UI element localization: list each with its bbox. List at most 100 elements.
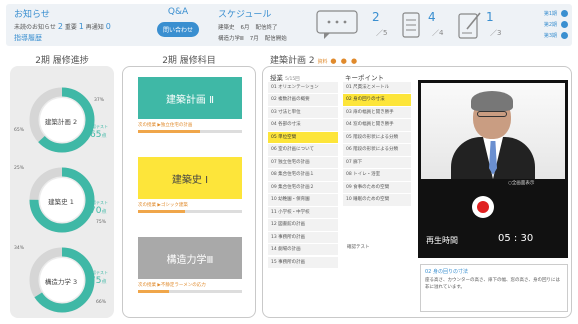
term-item[interactable]: 第2期 <box>516 19 568 30</box>
keypoint-item[interactable]: 08 トイレ・浴室 <box>343 169 411 181</box>
schedule-status: 配信終了 <box>255 25 278 31</box>
progress-pct-side: 65% <box>14 128 25 133</box>
keypoint-item[interactable]: 10 睡眠のための空間 <box>343 194 411 206</box>
keypoint-list: 01 尺貫法とメートル 02 身の回りの寸法 03 扉の幅員と開き勝手 04 窓の幅員… <box>343 82 411 207</box>
chapter-item[interactable]: 15 事務所の計画 <box>268 256 338 268</box>
keypoint-item[interactable]: 01 尺貫法とメートル <box>343 82 411 94</box>
renotice-label: 再通知 <box>85 24 104 31</box>
keypoint-item[interactable]: 03 扉の幅員と開き勝手 <box>343 106 411 119</box>
fullscreen-button[interactable]: ○全画面表示 <box>508 180 534 186</box>
chapter-item[interactable]: 03 寸法と単位 <box>268 106 338 119</box>
progress-pct-side: 75% <box>96 220 107 225</box>
chapter-item[interactable]: 09 集合住宅の計画２ <box>268 181 338 194</box>
schedule-section: スケジュール 建築史 6月 配信終了 構造力学Ⅲ 7月 配信開始 <box>218 7 310 42</box>
chapter-item[interactable]: 08 集合住宅の計画１ <box>268 169 338 181</box>
renotice-count: 0 <box>105 22 111 31</box>
video-player[interactable] <box>418 80 568 258</box>
course-progress-bar <box>138 210 242 213</box>
chapter-item[interactable]: 02 複数計画の概要 <box>268 94 338 106</box>
schedule-status: 配信開始 <box>264 36 287 42</box>
course-name: 建築計画 Ⅱ <box>138 77 242 119</box>
chapter-item[interactable]: 12 図書館の計画 <box>268 219 338 231</box>
progress-subject: 構造力学 3 <box>44 278 78 286</box>
course-card[interactable]: 建築史 Ⅰ 次の授業 ▶ゴシック建築 <box>138 157 242 213</box>
inquiry-button[interactable]: 問い合わせ <box>156 22 199 37</box>
progress-pct-top: 25% <box>14 166 25 171</box>
chapter-item[interactable]: 14 劇場の計画 <box>268 244 338 256</box>
course-next: 次の授業 ▶不静定ラーメンの応力 <box>138 283 206 288</box>
lecture-title: 建築計画 2 資料 ● ● ● <box>270 53 358 66</box>
term-label: 第2期 <box>543 22 557 28</box>
schedule-row[interactable]: 建築史 6月 配信終了 <box>218 23 310 31</box>
schedule-subject: 構造力学Ⅲ <box>218 36 244 42</box>
keypoint-item[interactable]: 04 窓の幅員と開き勝手 <box>343 119 411 131</box>
chat-icon <box>316 10 358 39</box>
course-next: 次の授業 ▶独立住宅の計画 <box>138 123 193 128</box>
document-icon <box>402 12 420 38</box>
course-card[interactable]: 建築計画 Ⅱ 次の授業 ▶独立住宅の計画 <box>138 77 242 133</box>
materials-link[interactable]: 資料 <box>317 59 327 65</box>
term-label: 第3期 <box>543 33 557 39</box>
keypoint-item[interactable]: 07 廊下 <box>343 156 411 169</box>
chapter-item[interactable]: 13 事務所の計画 <box>268 231 338 243</box>
keypoint-note: 02 身の回りの寸法 座る高さ、カウンターの高さ、扉下の幅、窓の高さ、身の回りに… <box>420 264 568 312</box>
progress-pct-top: 37% <box>94 98 105 103</box>
document-total: ／4 <box>432 29 444 37</box>
note-title: 02 身の回りの寸法 <box>425 269 468 275</box>
progress-item[interactable]: 建築計画 2 37% 65% 確認テスト 65点 <box>10 80 114 160</box>
term-dot-icon <box>561 21 568 28</box>
play-time-value: 05 : 30 <box>498 233 534 244</box>
news-title: お知らせ <box>14 10 50 20</box>
chapter-item[interactable]: 06 室の計画について <box>268 144 338 156</box>
progress-item[interactable]: 建築史 1 25% 75% 確認テスト 70点 <box>10 160 114 240</box>
chat-value: 2 <box>372 10 380 24</box>
progress-pct-top: 34% <box>14 246 25 251</box>
important-label: 重要 <box>64 24 77 31</box>
chat-stat[interactable]: 2 ／5 <box>316 10 396 42</box>
lecture-name: 建築計画 2 <box>270 56 315 66</box>
progress-item[interactable]: 構造力学 3 34% 66% 確認テスト 75点 <box>10 240 114 320</box>
chapter-item[interactable]: 04 各部の寸法 <box>268 119 338 131</box>
record-button[interactable] <box>472 196 494 218</box>
progress-subject: 建築史 1 <box>48 198 74 206</box>
schedule-row[interactable]: 構造力学Ⅲ 7月 配信開始 <box>218 34 310 42</box>
confirm-test-link[interactable]: 確認テスト <box>347 244 370 250</box>
chapter-item[interactable]: 07 独立住宅の計画 <box>268 156 338 169</box>
keypoint-item[interactable]: 09 食事のための空間 <box>343 181 411 194</box>
term-label: 第1期 <box>543 11 557 17</box>
guidance-history-link[interactable]: 指導履歴 <box>14 33 144 43</box>
schedule-date: 7月 <box>249 36 259 42</box>
edit-total: ／3 <box>490 29 502 37</box>
keypoint-item[interactable]: 06 階段の形状による分類 <box>343 144 411 156</box>
keypoint-item[interactable]: 05 階段の形状による分類 <box>343 131 411 144</box>
news-section: お知らせ 未読のお知らせ 2 重要 1 再通知 0 指導履歴 <box>14 7 144 43</box>
chapter-item[interactable]: 10 幼稚園・保育園 <box>268 194 338 206</box>
qa-section: Q&A 問い合わせ <box>154 7 202 37</box>
term-item[interactable]: 第3期 <box>516 30 568 41</box>
course-card[interactable]: 構造力学Ⅲ 次の授業 ▶不静定ラーメンの応力 <box>138 237 242 293</box>
courses-panel: 建築計画 Ⅱ 次の授業 ▶独立住宅の計画 建築史 Ⅰ 次の授業 ▶ゴシック建築 … <box>122 66 256 318</box>
play-time-label: 再生時間 <box>426 236 458 245</box>
score-value: 70点 <box>90 206 107 216</box>
schedule-date: 6月 <box>240 25 250 31</box>
unread-count: 2 <box>57 22 63 31</box>
news-counts[interactable]: 未読のお知らせ 2 重要 1 再通知 0 <box>14 22 144 31</box>
progress-panel: 建築計画 2 37% 65% 確認テスト 65点 建築史 1 25% 75% 確… <box>10 66 114 318</box>
document-stat[interactable]: 4 ／4 <box>402 10 456 42</box>
term-item[interactable]: 第1期 <box>516 8 568 19</box>
course-name: 建築史 Ⅰ <box>138 157 242 199</box>
term-list: 第1期 第2期 第3期 <box>516 8 568 41</box>
more-dots-icon[interactable]: ● ● ● <box>330 57 358 65</box>
chat-total: ／5 <box>376 29 388 37</box>
course-next: 次の授業 ▶ゴシック建築 <box>138 203 188 208</box>
edit-stat[interactable]: 1 ／3 <box>458 10 514 42</box>
note-body: 座る高さ、カウンターの高さ、扉下の幅、窓の高さ、身の回りには非に溢れています。 <box>425 278 560 290</box>
edit-value: 1 <box>486 10 494 24</box>
progress-subject: 建築計画 2 <box>44 118 78 126</box>
qa-title: Q&A <box>167 7 189 17</box>
chapter-item[interactable]: 11 小学校・中学校 <box>268 206 338 219</box>
keypoint-item[interactable]: 02 身の回りの寸法 <box>343 94 411 106</box>
lecturer-video <box>421 83 565 179</box>
chapter-item[interactable]: 05 単位空間 <box>268 131 338 144</box>
chapter-item[interactable]: 01 オリエンテーション <box>268 82 338 94</box>
